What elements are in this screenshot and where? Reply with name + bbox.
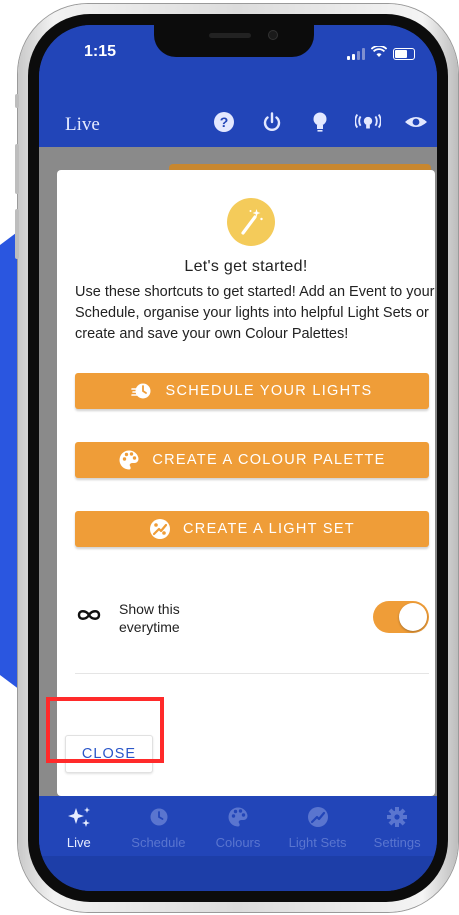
show-everytime-label: Show this everytime (119, 601, 180, 635)
signal-icon (347, 48, 365, 60)
power-icon[interactable] (259, 109, 285, 135)
nav-label-colours: Colours (215, 835, 261, 850)
mute-switch (15, 94, 19, 108)
light-set-icon (307, 806, 329, 831)
create-light-set-label: CREATE A LIGHT SET (183, 521, 355, 537)
bottom-area (39, 856, 437, 891)
palette-icon (227, 806, 249, 831)
app-bar: Live ? (39, 81, 437, 147)
nav-label-schedule: Schedule (131, 835, 186, 850)
dialog-description: Use these shortcuts to get started! Add … (75, 284, 435, 342)
nav-item-settings[interactable]: Settings (357, 796, 437, 856)
create-colour-palette-button[interactable]: CREATE A COLOUR PALETTE (75, 442, 429, 478)
gear-icon (386, 806, 408, 831)
broadcast-icon[interactable] (355, 109, 381, 135)
infinity-icon (75, 607, 103, 628)
bottom-nav: Live Schedule Colours Light Sets Setting… (39, 796, 437, 856)
battery-icon (393, 48, 415, 60)
notch (154, 25, 314, 57)
show-everytime-toggle[interactable] (373, 601, 429, 633)
palette-icon (118, 449, 140, 471)
nav-label-settings: Settings (373, 835, 421, 850)
nav-item-live[interactable]: Live (39, 796, 119, 856)
schedule-icon (131, 381, 153, 401)
dialog-title: Let's get started! (184, 258, 308, 275)
help-icon[interactable]: ? (211, 109, 237, 135)
magic-wand-icon (227, 198, 275, 246)
nav-label-light-sets: Light Sets (288, 835, 347, 850)
schedule-icon (146, 806, 170, 831)
schedule-lights-label: SCHEDULE YOUR LIGHTS (165, 383, 373, 399)
phone-frame: 1:15 Live ? Let's get started! Use these… (15, 4, 458, 912)
sparkles-icon (66, 806, 92, 831)
highlight-annotation (46, 697, 164, 763)
light-set-icon (149, 518, 171, 540)
page-title: Live (65, 114, 100, 135)
eye-icon[interactable] (403, 109, 429, 135)
toggle-knob (399, 603, 427, 631)
nav-label-live: Live (66, 835, 91, 850)
bulb-icon[interactable] (307, 109, 333, 135)
create-colour-palette-label: CREATE A COLOUR PALETTE (152, 452, 386, 468)
nav-item-schedule[interactable]: Schedule (119, 796, 199, 856)
volume-up-button (15, 144, 19, 194)
nav-item-light-sets[interactable]: Light Sets (278, 796, 358, 856)
status-time: 1:15 (84, 43, 117, 60)
divider (75, 673, 429, 674)
volume-down-button (15, 209, 19, 259)
svg-text:?: ? (220, 114, 229, 130)
wifi-icon (370, 45, 388, 63)
schedule-lights-button[interactable]: SCHEDULE YOUR LIGHTS (75, 373, 429, 409)
nav-item-colours[interactable]: Colours (198, 796, 278, 856)
create-light-set-button[interactable]: CREATE A LIGHT SET (75, 511, 429, 547)
show-everytime-row: Show this everytime (75, 598, 429, 638)
